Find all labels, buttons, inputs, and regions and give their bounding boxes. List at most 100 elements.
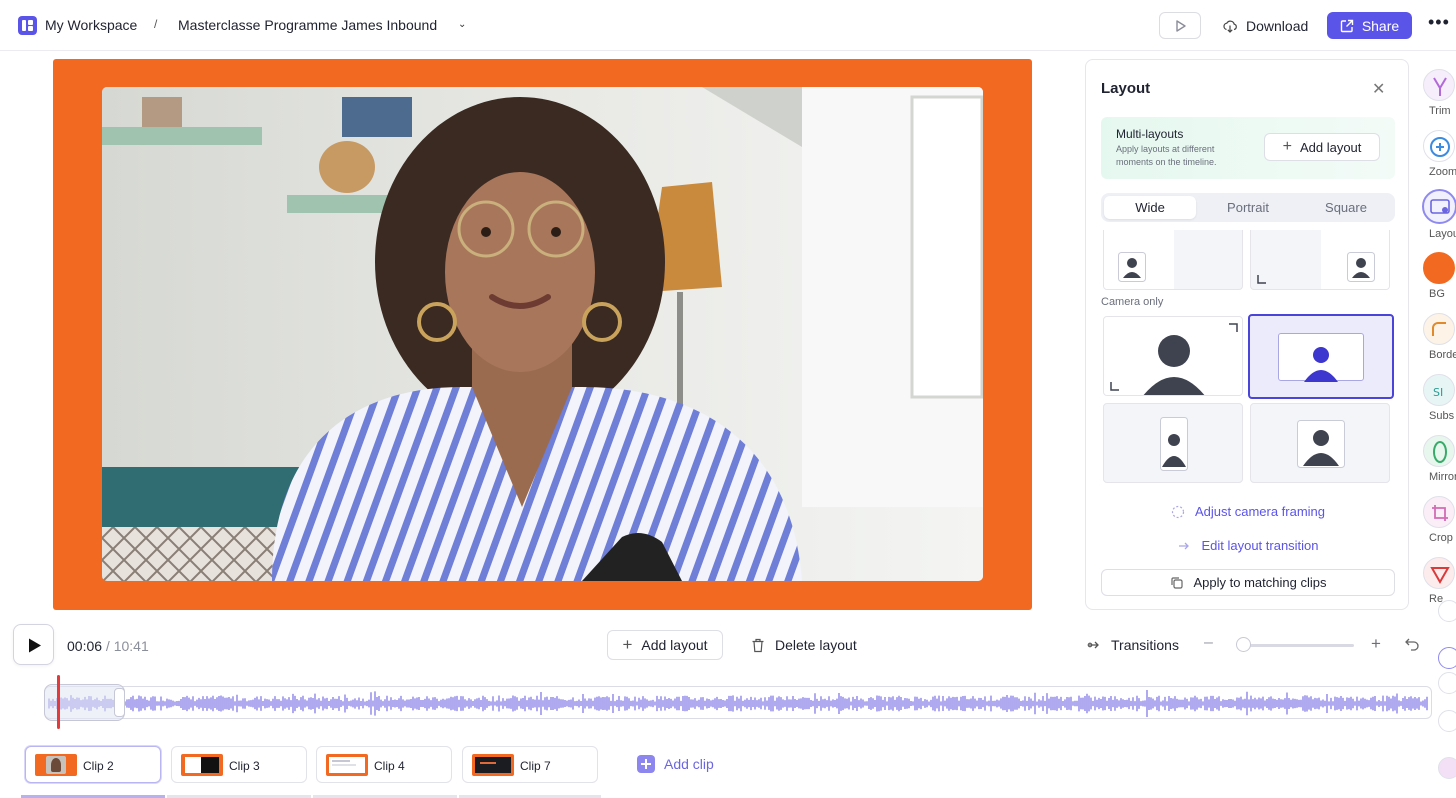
- layout-option-screen-camera-left[interactable]: [1103, 230, 1243, 290]
- plus-icon: +: [1282, 138, 1292, 155]
- multi-layouts-description: Apply layouts at different moments on th…: [1116, 144, 1217, 167]
- audio-waveform-track[interactable]: [44, 686, 1432, 719]
- tab-square[interactable]: Square: [1300, 196, 1392, 219]
- effects-icon[interactable]: [1438, 757, 1456, 779]
- download-button[interactable]: Download: [1222, 12, 1308, 39]
- zoom-in-icon[interactable]: +: [1371, 634, 1381, 654]
- playhead[interactable]: [57, 675, 60, 729]
- tool-mirror-label: Mirror: [1429, 471, 1456, 483]
- add-layout-timeline-button[interactable]: + Add layout: [607, 630, 723, 660]
- clip-item[interactable]: Clip 3: [171, 746, 307, 783]
- trim-icon: [1423, 69, 1455, 101]
- adjust-camera-framing-label: Adjust camera framing: [1194, 504, 1326, 519]
- clip-thumbnail: [472, 754, 514, 776]
- aspect-tabs: Wide Portrait Square: [1101, 193, 1395, 222]
- camera-video: [102, 87, 983, 581]
- share-button[interactable]: Share: [1327, 12, 1412, 39]
- close-icon[interactable]: ✕: [1372, 79, 1385, 99]
- tool-trim[interactable]: Trim: [1423, 69, 1456, 117]
- crop-icon: [1423, 496, 1455, 528]
- tab-portrait[interactable]: Portrait: [1202, 196, 1294, 219]
- corner-marker-icon: [1110, 382, 1119, 391]
- music-icon[interactable]: [1438, 647, 1456, 669]
- layout-option-camera-portrait[interactable]: [1103, 403, 1243, 483]
- video-canvas[interactable]: [53, 59, 1032, 610]
- multi-layouts-box: Multi-layouts Apply layouts at different…: [1101, 117, 1395, 179]
- corner-marker-icon: [1229, 323, 1238, 332]
- border-icon: [1423, 313, 1455, 345]
- add-clip-button[interactable]: Add clip: [637, 755, 714, 773]
- tool-zoom[interactable]: Zoom: [1423, 130, 1456, 178]
- background-color-icon: [1423, 252, 1455, 284]
- edit-layout-transition-label: Edit layout transition: [1201, 538, 1319, 553]
- time-separator: /: [102, 638, 114, 654]
- tool-mirror[interactable]: Mirror: [1423, 435, 1456, 483]
- chevron-down-icon[interactable]: ⌄: [458, 19, 466, 30]
- zoom-slider-track[interactable]: [1242, 644, 1354, 647]
- transitions-button[interactable]: Transitions: [1087, 630, 1179, 660]
- share-label: Share: [1361, 17, 1400, 34]
- tool-layout-label: Layou: [1429, 228, 1456, 240]
- camera-only-label: Camera only: [1101, 296, 1164, 308]
- framing-icon: [1171, 505, 1185, 518]
- zoom-out-icon[interactable]: –: [1204, 634, 1213, 652]
- edit-layout-transition-link[interactable]: Edit layout transition: [1086, 538, 1410, 553]
- clip-label: Clip 7: [520, 759, 551, 773]
- zoom-slider-handle[interactable]: [1236, 637, 1251, 652]
- tool-subtitles[interactable]: SI Subs: [1423, 374, 1456, 422]
- copy-icon: [1170, 576, 1183, 589]
- segment-resize-handle[interactable]: [114, 688, 125, 717]
- plus-icon: +: [622, 635, 633, 654]
- total-duration: 10:41: [113, 638, 149, 654]
- transition-icon: [1087, 641, 1099, 649]
- play-icon: [1176, 20, 1186, 32]
- project-title[interactable]: Masterclasse Programme James Inbound: [178, 17, 437, 33]
- person-icon: [1143, 335, 1205, 395]
- tool-subtitles-label: Subs: [1429, 410, 1455, 422]
- multi-layouts-title: Multi-layouts: [1116, 127, 1184, 141]
- transitions-label: Transitions: [1111, 637, 1179, 653]
- tool-record[interactable]: Re: [1423, 557, 1456, 605]
- clip-item[interactable]: Clip 7: [462, 746, 598, 783]
- clip-item[interactable]: Clip 4: [316, 746, 452, 783]
- top-bar: My Workspace / Masterclasse Programme Ja…: [0, 0, 1456, 51]
- tool-crop-label: Crop: [1429, 532, 1453, 544]
- layout-option-camera-square[interactable]: [1250, 403, 1390, 483]
- apply-to-matching-clips-button[interactable]: Apply to matching clips: [1101, 569, 1395, 596]
- workspace-link[interactable]: My Workspace: [45, 17, 137, 33]
- delete-layout-label: Delete layout: [775, 637, 857, 653]
- tab-wide[interactable]: Wide: [1104, 196, 1196, 219]
- preview-play-button[interactable]: [1159, 12, 1201, 39]
- tool-border[interactable]: Borde: [1423, 313, 1456, 361]
- svg-text:SI: SI: [1433, 386, 1443, 399]
- add-layout-button[interactable]: + Add layout: [1264, 133, 1380, 161]
- book-icon[interactable]: [1438, 710, 1456, 732]
- translate-icon[interactable]: [1438, 600, 1456, 622]
- add-clip-icon: [637, 755, 655, 773]
- add-layout-label: Add layout: [1299, 139, 1362, 155]
- tool-crop[interactable]: Crop: [1423, 496, 1456, 544]
- record-icon: [1423, 557, 1455, 589]
- delete-layout-button[interactable]: Delete layout: [751, 630, 857, 660]
- play-button[interactable]: [13, 624, 54, 665]
- audio-waveform: [48, 689, 1428, 718]
- person-icon: [1297, 420, 1345, 468]
- tool-zoom-label: Zoom: [1429, 166, 1456, 178]
- adjust-camera-framing-link[interactable]: Adjust camera framing: [1086, 504, 1410, 519]
- clip-item[interactable]: Clip 2: [25, 746, 161, 783]
- layout-option-screen-camera-right[interactable]: [1250, 230, 1390, 290]
- tool-layout[interactable]: Layou: [1422, 189, 1456, 240]
- clip-thumbnail: [181, 754, 223, 776]
- layout-option-camera-framed[interactable]: [1248, 314, 1394, 399]
- layout-option-camera-full[interactable]: [1103, 316, 1243, 396]
- clip-label: Clip 3: [229, 759, 260, 773]
- workspace-icon[interactable]: [18, 16, 37, 35]
- ai-icon[interactable]: [1438, 672, 1456, 694]
- undo-icon[interactable]: [1404, 636, 1420, 652]
- add-clip-label: Add clip: [664, 756, 714, 772]
- more-options-icon[interactable]: •••: [1428, 12, 1450, 33]
- clip-label: Clip 2: [83, 759, 114, 773]
- tool-background[interactable]: BG: [1423, 252, 1456, 300]
- clip-thumbnail: [326, 754, 368, 776]
- breadcrumb-separator: /: [154, 17, 158, 31]
